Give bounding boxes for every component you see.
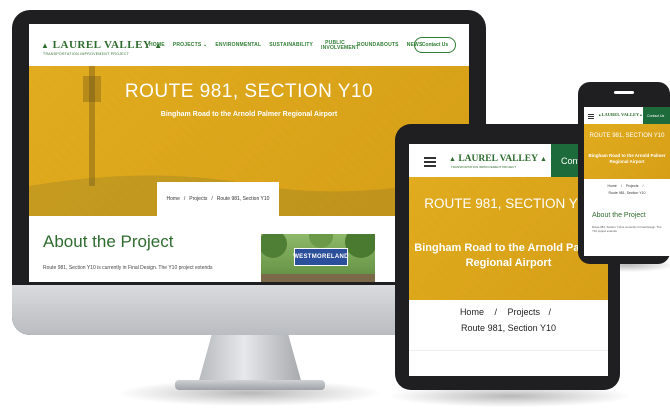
- nav-roundabouts[interactable]: ROUNDABOUTS: [357, 43, 399, 49]
- phone-logo[interactable]: ▲LAUREL VALLEY▲: [598, 112, 643, 117]
- desktop-hero-title: ROUTE 981, SECTION Y10: [124, 81, 374, 102]
- phone-hero-subtitle: Bingham Road to the Arnold Palmer Region…: [588, 153, 666, 164]
- nav-environmental[interactable]: ENVIRONMENTAL: [215, 43, 261, 49]
- chevron-down-icon: ⌄: [202, 42, 208, 49]
- phone-breadcrumb-current: Route 981, Section Y10: [608, 191, 646, 195]
- breadcrumb-projects[interactable]: Projects: [626, 184, 639, 188]
- desktop-main-menu: HOME PROJECTS ⌄ ENVIRONMENTAL SUSTAINABI…: [149, 36, 423, 56]
- tablet-breadcrumb-current: Route 981, Section Y10: [461, 323, 556, 333]
- desktop-breadcrumb: Home / Projects / Route 981, Section Y10: [157, 182, 279, 216]
- nav-projects-label: PROJECTS: [172, 42, 202, 49]
- westmoreland-sign: WESTMORELAND: [293, 248, 349, 266]
- tablet-logo-text: LAUREL VALLEY: [458, 154, 538, 164]
- logo-text: LAUREL VALLEY: [52, 39, 151, 51]
- tree-logo-icon: ▲: [41, 41, 50, 50]
- phone-about-paragraph: Route 981, Section Y10 is currently in F…: [592, 225, 662, 233]
- breadcrumb-separator: /: [642, 184, 644, 188]
- nav-home[interactable]: HOME: [149, 43, 165, 49]
- phone-contact-button[interactable]: Contact Us: [643, 107, 670, 124]
- contact-us-button[interactable]: Contact Us: [414, 37, 456, 53]
- hamburger-menu-icon[interactable]: [588, 114, 594, 119]
- breadcrumb-projects[interactable]: Projects: [508, 307, 541, 317]
- phone-logo-text: LAUREL VALLEY: [601, 112, 640, 117]
- breadcrumb-separator: /: [620, 184, 622, 188]
- phone-hero-title: ROUTE 981, SECTION Y10: [589, 133, 665, 139]
- breadcrumb-current: Route 981, Section Y10: [216, 196, 270, 202]
- breadcrumb-separator: /: [548, 307, 552, 317]
- monitor-base: [175, 380, 325, 390]
- breadcrumb-home[interactable]: Home: [460, 307, 484, 317]
- nav-sustainability[interactable]: SUSTAINABILITY: [269, 43, 313, 49]
- phone-about-heading: About the Project: [592, 212, 646, 219]
- phone-breadcrumb-row1: Home / Projects /: [584, 184, 670, 188]
- nav-public-involvement[interactable]: PUBLIC INVOLVEMENT: [321, 40, 359, 52]
- tablet-divider: [409, 350, 608, 351]
- tree-logo-icon: ▲: [539, 155, 547, 163]
- tablet-breadcrumb-row1: Home / Projects /: [409, 307, 608, 317]
- about-heading: About the Project: [43, 232, 174, 251]
- desktop-logo[interactable]: ▲ LAUREL VALLEY ▲: [41, 39, 163, 51]
- desktop-hero-subtitle: Bingham Road to the Arnold Palmer Region…: [160, 111, 338, 118]
- nav-projects[interactable]: PROJECTS ⌄: [173, 43, 208, 49]
- breadcrumb-separator: /: [183, 196, 186, 202]
- hamburger-menu-icon[interactable]: [424, 157, 436, 167]
- phone-speaker: [614, 91, 634, 94]
- breadcrumb-home[interactable]: Home: [167, 196, 180, 202]
- breadcrumb-home[interactable]: Home: [608, 184, 617, 188]
- about-paragraph: Route 981, Section Y10 is currently in F…: [43, 265, 213, 271]
- tablet-logo[interactable]: ▲ LAUREL VALLEY ▲: [449, 154, 547, 164]
- breadcrumb-separator: /: [494, 307, 497, 317]
- tablet-logo-tagline: TRANSPORTATION IMPROVEMENT PROJECT: [451, 165, 517, 169]
- tree-logo-icon: ▲: [449, 155, 456, 163]
- breadcrumb-separator: /: [211, 196, 213, 202]
- breadcrumb-projects[interactable]: Projects: [189, 196, 207, 202]
- logo-tagline: TRANSPORTATION IMPROVEMENT PROJECT: [43, 52, 130, 56]
